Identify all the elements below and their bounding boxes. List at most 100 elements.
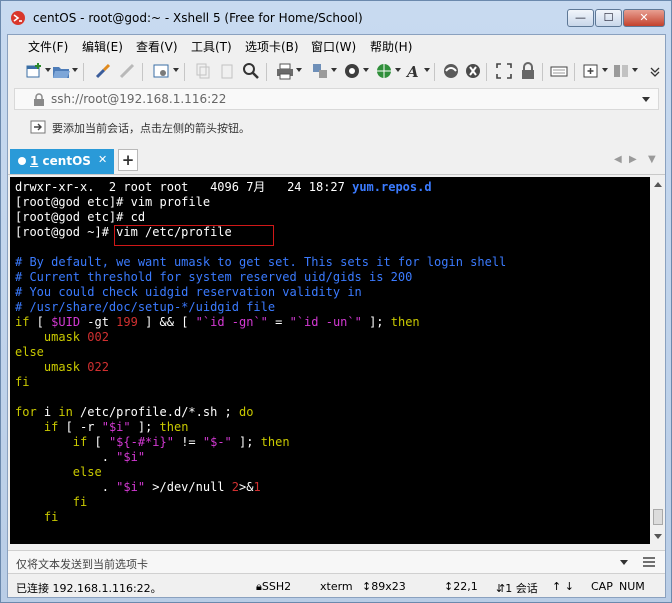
terminal-line: . "$i" [15,450,146,464]
menu-help[interactable]: 帮助(H) [370,38,412,55]
session-hint-text: 要添加当前会话，点击左侧的箭头按钮。 [52,122,250,135]
scroll-up-icon[interactable] [654,182,662,187]
find-icon[interactable] [242,62,260,80]
menu-tabs[interactable]: 选项卡(B) [245,38,299,55]
add-tab-button[interactable]: + [118,149,138,171]
terminal-line: [root@god etc]# vim profile [15,195,211,209]
sessions-icon: ⇵ [496,582,506,595]
language-dropdown-icon[interactable] [395,68,401,72]
compose-menu-icon[interactable] [642,556,656,568]
xshell-logo-icon [11,11,25,25]
terminal-line: fi [15,495,88,509]
cursor-icon: ↕ [444,580,454,593]
tab-list-icon[interactable]: ▼ [648,154,656,165]
tab-next-icon[interactable]: ▶ [629,154,637,165]
status-caps: CAP [591,580,613,593]
tab-centos[interactable]: 1 centOS ✕ [10,149,114,174]
terminal-view[interactable]: drwxr-xr-x. 2 root root 4096 7月 24 18:27… [10,177,650,544]
script-dropdown-icon[interactable] [363,68,369,72]
status-cursor: ↕22,1 [444,580,478,593]
address-dropdown-icon[interactable] [642,97,650,102]
compose-target-text[interactable]: 仅将文本发送到当前选项卡 [16,556,148,572]
open-folder-icon[interactable] [52,62,70,80]
lock-small-icon [34,93,44,106]
xftp-icon[interactable] [442,62,460,80]
size-icon: ↕ [362,580,372,593]
compose-dropdown-icon[interactable] [620,560,628,565]
toolbar: A [8,57,665,85]
window-title: centOS - root@god:~ - Xshell 5 (Free for… [33,11,363,25]
command-highlight-box [114,225,274,246]
terminal-line: if [ $UID -gt 199 ] && [ "`id -gn`" = "`… [15,315,420,329]
status-sessions: ⇵1 会话 [496,582,538,595]
terminal-line: umask 002 [43,330,109,344]
terminal-line: fi [15,375,30,389]
scroll-down-icon[interactable] [654,534,662,539]
language-icon[interactable] [375,62,393,80]
terminal-line: fi [15,510,59,524]
menu-view[interactable]: 查看(V) [136,38,178,55]
menu-bar: 文件(F) 编辑(E) 查看(V) 工具(T) 选项卡(B) 窗口(W) 帮助(… [8,35,665,55]
client-area: 文件(F) 编辑(E) 查看(V) 工具(T) 选项卡(B) 窗口(W) 帮助(… [7,34,666,598]
status-terminal-type: xterm [320,580,353,593]
script-icon[interactable] [343,62,361,80]
print-icon[interactable] [276,62,294,80]
terminal-line: # By default, we want umask to get set. … [15,255,507,269]
status-connection: 已连接 192.168.1.116:22。 [16,582,162,595]
terminal-line: for i in /etc/profile.d/*.sh ; do [15,405,254,419]
fullscreen-icon[interactable] [495,62,513,80]
tab-label: 1 centOS [30,154,91,168]
copy-icon [194,62,212,80]
toolbar-overflow-icon[interactable] [646,62,660,80]
terminal-line: # /usr/share/doc/setup-*/uidgid file [15,300,276,314]
terminal-line: umask 022 [43,360,109,374]
tab-prev-icon[interactable]: ◀ [614,154,622,165]
terminal-line: [root@god etc]# cd [15,210,146,224]
xshell-window: centOS - root@god:~ - Xshell 5 (Free for… [0,0,672,603]
menu-file[interactable]: 文件(F) [28,38,68,55]
new-session-dropdown-icon[interactable] [45,68,51,72]
layout-icon[interactable] [612,62,630,80]
address-input[interactable]: ssh://root@192.168.1.116:22 [51,92,226,106]
lock-icon[interactable] [519,62,537,80]
reconnect-icon[interactable] [94,62,112,80]
status-bar: 已连接 192.168.1.116:22。 🔒︎SSH2 xterm ↕89x2… [8,576,665,597]
scroll-thumb[interactable] [653,509,663,525]
properties-icon[interactable] [152,62,170,80]
minimize-button[interactable]: — [567,9,594,27]
terminal-line: # You could check uidgid reservation val… [15,285,362,299]
paste-icon [218,62,236,80]
terminal-line: if [ "${-#*i}" != "$-" ]; then [72,435,290,449]
print-dropdown-icon[interactable] [296,68,302,72]
maximize-button[interactable]: ☐ [595,9,622,27]
layout-dropdown-icon[interactable] [632,68,638,72]
xmanager-icon[interactable] [464,62,482,80]
session-hint-bar: 要添加当前会话，点击左侧的箭头按钮。 [14,116,659,138]
transfer-dropdown-icon[interactable] [331,68,337,72]
transfer-icon[interactable] [311,62,329,80]
tab-close-icon[interactable]: ✕ [98,153,107,166]
keyboard-icon[interactable] [550,62,568,80]
compose-bar[interactable]: 仅将文本发送到当前选项卡 [8,550,665,574]
status-arrows: ↑ ↓ [552,580,574,593]
terminal-line: else [15,465,102,479]
font-icon[interactable]: A [405,62,423,80]
terminal-line: . "$i" >/dev/null 2>&1 [15,480,261,494]
terminal-line: drwxr-xr-x. 2 root root 4096 7月 24 18:27… [15,180,432,194]
new-session-icon[interactable] [25,62,43,80]
open-dropdown-icon[interactable] [72,68,78,72]
add-session-arrow-icon[interactable] [30,120,46,134]
disconnect-icon [118,62,136,80]
menu-tools[interactable]: 工具(T) [191,38,232,55]
menu-edit[interactable]: 编辑(E) [82,38,123,55]
terminal-scrollbar[interactable] [651,177,665,544]
new-tab-icon[interactable] [582,62,600,80]
font-dropdown-icon[interactable] [424,68,430,72]
title-bar[interactable]: centOS - root@god:~ - Xshell 5 (Free for… [1,1,671,35]
address-bar[interactable]: ssh://root@192.168.1.116:22 [14,88,659,110]
svg-text:A: A [405,63,419,80]
properties-dropdown-icon[interactable] [173,68,179,72]
close-button[interactable]: ✕ [623,9,665,27]
new-tab-dropdown-icon[interactable] [602,68,608,72]
menu-window[interactable]: 窗口(W) [311,38,356,55]
